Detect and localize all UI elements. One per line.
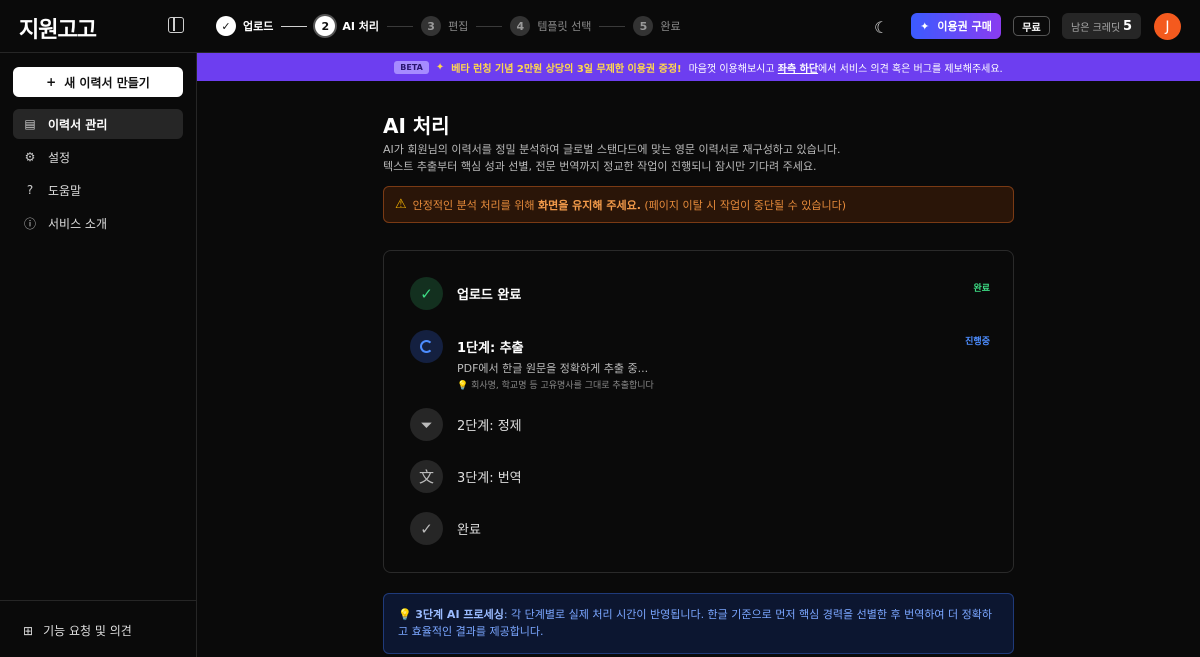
moon-icon[interactable]: ☾ [874,18,888,37]
new-resume-button[interactable]: + 새 이력서 만들기 [13,67,183,97]
sidebar-item-label: 도움말 [48,183,82,198]
buy-pass-button[interactable]: ✦ 이용권 구매 [911,13,1001,39]
step-label: 편집 [448,20,469,33]
credits-label: 남은 크레딧 [1071,22,1121,34]
step-connector [281,25,308,27]
sidebar-item-label: 이력서 관리 [48,117,108,132]
sidebar-nav: ▤ 이력서 관리 ⚙ 설정 ? 도움말 ⓘ 서비스 소개 [13,109,183,241]
top-header: 지원고고 ✓ 업로드 2 AI 처리 3 편집 4 템플릿 선택 5 완료 ☾ … [0,0,1200,53]
avatar[interactable]: J [1154,13,1181,40]
beta-banner: BETA ✦ 베타 런칭 기념 2만원 상당의 3일 무제한 이용권 증정! 마… [197,53,1200,81]
process-title: 3단계: 번역 [457,471,522,486]
check-circle-icon: ✓ [410,277,443,310]
sidebar-item-resumes[interactable]: ▤ 이력서 관리 [13,109,183,139]
description-line: 텍스트 추출부터 핵심 성과 선별, 전문 번역까지 정교한 작업이 진행되니 … [383,160,817,173]
step-template: 4 템플릿 선택 [510,16,591,36]
new-resume-label: 새 이력서 만들기 [64,75,150,90]
sidebar-item-label: 설정 [48,150,71,165]
sidebar-item-label: 서비스 소개 [48,216,108,231]
info-note: 💡 3단계 AI 프로세싱: 각 단계별로 실제 처리 시간이 반영됩니다. 한… [383,593,1014,654]
filter-icon: ⏷ [410,408,443,441]
step-number: 4 [510,16,531,36]
step-label: 완료 [660,20,681,33]
banner-text-2: 에서 서비스 의견 혹은 버그를 제보해주세요. [818,63,1003,75]
check-circle-icon: ✓ [410,512,443,545]
info-bold: 3단계 AI 프로세싱 [415,608,504,621]
process-title: 2단계: 정제 [457,419,522,434]
banner-link[interactable]: 좌측 하단 [778,64,818,75]
info-icon: ⓘ [23,216,36,231]
step-label: 템플릿 선택 [537,20,592,33]
warning-alert: ⚠ 안정적인 분석 처리를 위해 화면을 유지해 주세요. (페이지 이탈 시 … [383,186,1014,223]
plus-icon: + [46,75,57,89]
warning-icon: ⚠ [395,197,407,212]
lightbulb-icon: 💡 [398,608,412,621]
step-upload: ✓ 업로드 [216,16,273,36]
help-icon: ? [26,183,34,197]
banner-highlight: 베타 런칭 기념 2만원 상당의 3일 무제한 이용권 증정! [451,63,682,75]
gear-icon: ⚙ [24,150,36,164]
feedback-link[interactable]: ⊞ 기능 요청 및 의견 [23,622,132,639]
warning-text: 안정적인 분석 처리를 위해 화면을 유지해 주세요. (페이지 이탈 시 작업… [413,197,846,213]
description-line: AI가 회원님의 이력서를 정밀 분석하여 글로벌 스탠다드에 맞는 영문 이력… [383,143,841,156]
sidebar-item-help[interactable]: ? 도움말 [13,175,183,205]
step-finish: 5 완료 [633,16,681,36]
warning-text-1: 안정적인 분석 처리를 위해 [412,198,535,212]
status-badge: 완료 [973,284,990,294]
step-connector [387,25,414,27]
message-plus-icon: ⊞ [23,623,34,638]
page-description: AI가 회원님의 이력서를 정밀 분석하여 글로벌 스탠다드에 맞는 영문 이력… [383,141,1014,175]
process-hint: 💡 회사명, 학교명 등 고유명사를 그대로 추출합니다 [457,381,654,391]
process-card: ✓ 업로드 완료 완료 1단계: 추출 PDF에서 한글 원문을 정확하게 추출… [383,250,1014,573]
step-label: AI 처리 [342,20,380,33]
sidebar-toggle-icon[interactable] [168,17,184,33]
sidebar: + 새 이력서 만들기 ▤ 이력서 관리 ⚙ 설정 ? 도움말 ⓘ 서비스 소개 [0,53,197,657]
plan-badge: 무료 [1013,16,1050,36]
banner-text-1: 마음껏 이용해보시고 [688,63,775,75]
buy-pass-label: 이용권 구매 [937,20,992,33]
process-title: 완료 [457,523,481,538]
sparkle-icon: ✦ [435,61,445,73]
sparkle-icon: ✦ [920,19,930,33]
step-ai: 2 AI 처리 [315,16,379,36]
step-number: 2 [315,16,336,36]
sidebar-footer: ⊞ 기능 요청 및 의견 [0,600,196,657]
warning-bold: 화면을 유지해 주세요. [537,198,641,212]
step-connector [476,25,503,27]
banner-text: 마음껏 이용해보시고 좌측 하단에서 서비스 의견 혹은 버그를 제보해주세요. [689,60,1003,75]
feedback-label: 기능 요청 및 의견 [43,624,132,638]
page-title: AI 처리 [383,114,450,138]
step-edit: 3 편집 [421,16,468,36]
beta-badge: BETA [394,60,429,74]
document-icon: ▤ [24,117,36,131]
sidebar-item-about[interactable]: ⓘ 서비스 소개 [13,208,183,238]
process-title: 1단계: 추출 [457,341,524,356]
sidebar-item-settings[interactable]: ⚙ 설정 [13,142,183,172]
translate-icon: 文 [410,460,443,493]
credits-value: 5 [1122,18,1132,34]
check-icon: ✓ [216,16,236,36]
step-number: 3 [421,16,442,36]
step-connector [599,25,626,27]
process-title: 업로드 완료 [457,288,522,303]
spinner-icon [410,330,443,363]
credits-display: 남은 크레딧 5 [1062,13,1141,39]
process-subtitle: PDF에서 한글 원문을 정확하게 추출 중... [457,362,649,375]
status-badge: 진행중 [965,337,990,347]
step-label: 업로드 [243,20,274,33]
logo[interactable]: 지원고고 [19,12,97,44]
warning-text-2: (페이지 이탈 시 작업이 중단될 수 있습니다) [644,198,846,212]
app-root: 지원고고 ✓ 업로드 2 AI 처리 3 편집 4 템플릿 선택 5 완료 ☾ … [0,0,1200,657]
step-number: 5 [633,16,654,36]
progress-stepper: ✓ 업로드 2 AI 처리 3 편집 4 템플릿 선택 5 완료 [216,15,681,37]
